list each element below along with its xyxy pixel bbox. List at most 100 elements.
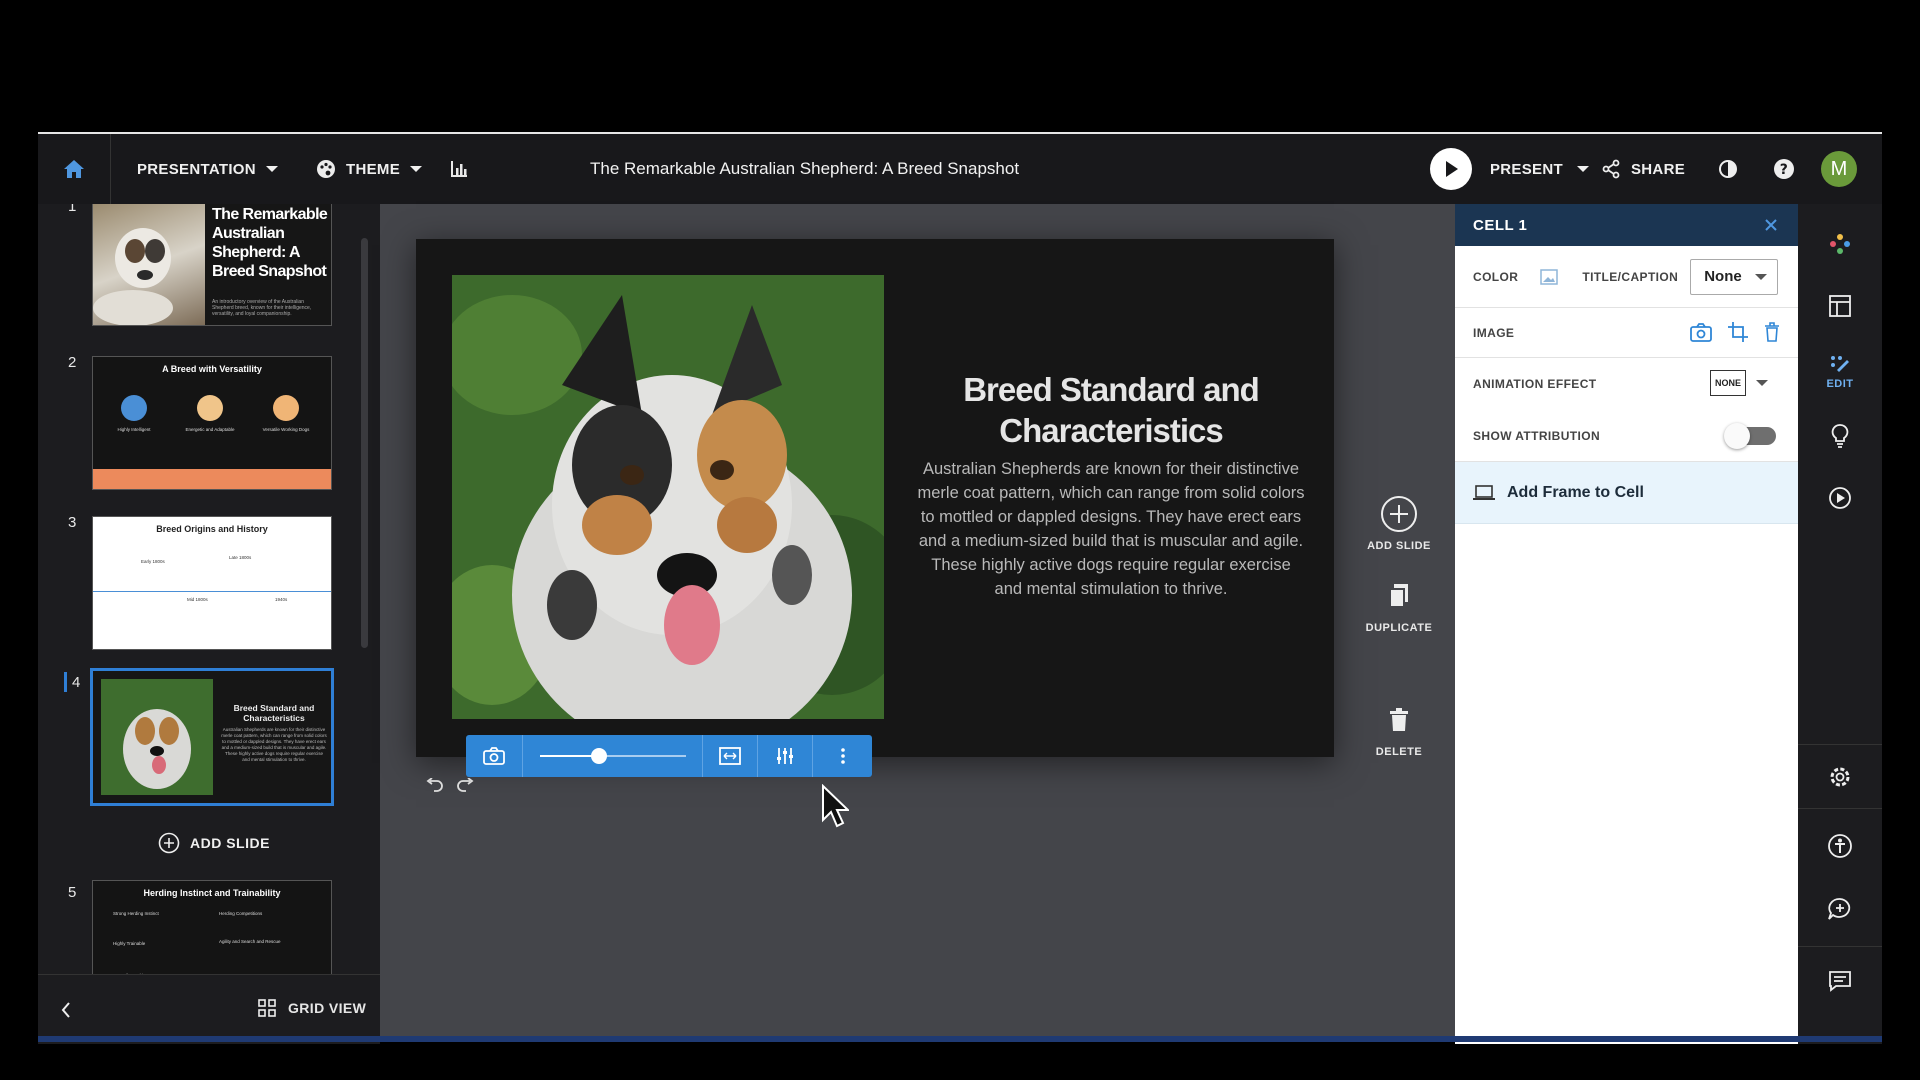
zoom-slider-track[interactable] [539, 748, 686, 764]
slide-thumbnail-1[interactable]: The Remarkable Australian Shepherd: A Br… [92, 204, 332, 326]
slide-body-text[interactable]: Australian Shepherds are known for their… [916, 457, 1306, 601]
present-button[interactable]: PRESENT [1430, 134, 1589, 204]
slide-thumbnail-3[interactable]: Breed Origins and History Early 1800s La… [92, 516, 332, 650]
image-color-icon[interactable] [1540, 268, 1559, 285]
rail-divider [1798, 744, 1882, 745]
presentation-menu[interactable]: PRESENTATION [137, 134, 278, 204]
edit-button[interactable]: EDIT [1798, 344, 1882, 400]
present-label: PRESENT [1490, 160, 1563, 178]
zoom-slider[interactable] [523, 735, 703, 777]
palette-icon [317, 160, 335, 178]
image-toolbar [466, 735, 872, 777]
thumbnail-item: Herding Competitions [219, 911, 263, 916]
add-slide-button[interactable]: ADD SLIDE [158, 832, 270, 854]
add-slide-action[interactable]: ADD SLIDE [1356, 492, 1442, 552]
user-avatar[interactable]: M [1821, 151, 1857, 187]
replace-image-button[interactable] [466, 735, 523, 777]
attribution-row: SHOW ATTRIBUTION [1455, 410, 1798, 462]
accessibility-button[interactable] [1798, 816, 1882, 876]
sliders-icon [777, 748, 793, 764]
slide-number: 4 [72, 674, 81, 691]
thumbnail-title: Breed Origins and History [156, 524, 268, 534]
title-caption-value: None [1704, 268, 1742, 285]
comments-button[interactable] [1798, 884, 1882, 934]
add-slide-action-label: ADD SLIDE [1367, 540, 1431, 552]
close-icon[interactable] [1764, 218, 1778, 232]
trash-icon [1390, 708, 1408, 731]
analytics-button[interactable] [450, 134, 468, 204]
chevron-down-icon [265, 166, 278, 172]
adjust-image-button[interactable] [758, 735, 813, 777]
delete-action[interactable]: DELETE [1356, 698, 1442, 758]
timeline-line [93, 591, 331, 592]
thumbnail-item: Energetic and Adaptable [185, 427, 235, 432]
grid-icon [258, 999, 276, 1017]
color-caption-row: COLOR TITLE/CAPTION None [1455, 246, 1798, 308]
edit-label: EDIT [1826, 378, 1854, 390]
settings-button[interactable] [1798, 752, 1882, 802]
add-frame-button[interactable]: Add Frame to Cell [1455, 462, 1798, 524]
ideas-button[interactable] [1798, 414, 1882, 458]
more-options-button[interactable] [813, 735, 872, 777]
crop-icon[interactable] [1728, 322, 1748, 342]
thumbnail-footer-band [93, 469, 331, 489]
paw-icon [273, 395, 299, 421]
notes-button[interactable] [1798, 956, 1882, 1006]
theme-menu[interactable]: THEME [316, 134, 422, 204]
animation-select[interactable]: NONE [1710, 370, 1768, 396]
right-tool-rail: EDIT [1798, 204, 1882, 1044]
animation-label: ANIMATION EFFECT [1473, 377, 1597, 391]
grid-view-label: GRID VIEW [288, 1000, 367, 1016]
zoom-slider-handle[interactable] [591, 748, 608, 764]
title-caption-select[interactable]: None [1690, 258, 1779, 295]
camera-icon[interactable] [1690, 322, 1712, 342]
slide-number: 1 [68, 204, 77, 215]
slide-canvas[interactable]: Breed Standard and Characteristics Austr… [416, 239, 1334, 757]
thumbnail-scrollbar[interactable] [361, 238, 368, 648]
duplicate-icon [1389, 584, 1408, 608]
image-row: IMAGE [1455, 308, 1798, 358]
layout-button[interactable] [1798, 284, 1882, 328]
ai-assist-button[interactable] [1798, 222, 1882, 266]
slide-thumbnail-4[interactable]: Breed Standard and Characteristics Austr… [90, 668, 334, 806]
duplicate-label: DUPLICATE [1365, 622, 1433, 634]
play-icon [1430, 148, 1472, 190]
grid-view-button[interactable]: GRID VIEW [258, 999, 366, 1017]
trash-icon[interactable] [1764, 322, 1780, 342]
share-button[interactable]: SHARE [1601, 134, 1685, 204]
rail-divider [1798, 946, 1882, 947]
chevron-down-icon [410, 166, 422, 172]
timeline-item: Late 1800s [229, 555, 252, 560]
lightbulb-icon [1831, 424, 1849, 448]
help-button[interactable]: ? [1773, 134, 1795, 204]
fit-frame-icon [719, 747, 741, 765]
attribution-toggle[interactable] [1724, 423, 1776, 449]
thumbnail-item: Versatile Working Dogs [262, 427, 310, 432]
slide-number: 5 [68, 884, 77, 901]
brain-icon [121, 395, 147, 421]
play-circle-icon [1829, 487, 1851, 509]
plus-circle-icon [158, 832, 180, 854]
slide-image-cell[interactable] [452, 275, 884, 719]
thumbnail-subtitle: An introductory overview of the Australi… [212, 299, 312, 317]
image-label: IMAGE [1473, 325, 1515, 340]
document-title[interactable]: The Remarkable Australian Shepherd: A Br… [590, 134, 1019, 204]
bottom-accent-strip [38, 1036, 1882, 1042]
redo-icon[interactable] [456, 778, 476, 792]
dog-photo [452, 275, 884, 719]
undo-redo-group [424, 778, 476, 792]
top-bar: PRESENTATION THEME The Remarkable Austra… [38, 134, 1882, 204]
duplicate-action[interactable]: DUPLICATE [1356, 574, 1442, 634]
slide-thumbnail-2[interactable]: A Breed with Versatility Highly Intellig… [92, 356, 332, 490]
fit-image-button[interactable] [703, 735, 758, 777]
title-caption-label: TITLE/CAPTION [1582, 269, 1679, 284]
delete-label: DELETE [1375, 746, 1423, 758]
slide-title[interactable]: Breed Standard and Characteristics [916, 369, 1306, 451]
thumbnail-title: Herding Instinct and Trainability [143, 888, 281, 898]
contrast-toggle[interactable] [1718, 134, 1738, 204]
selected-indicator [64, 672, 67, 692]
home-button[interactable] [38, 134, 111, 204]
playback-button[interactable] [1798, 476, 1882, 520]
chevron-left-icon[interactable] [60, 1001, 72, 1019]
undo-icon[interactable] [424, 778, 444, 792]
